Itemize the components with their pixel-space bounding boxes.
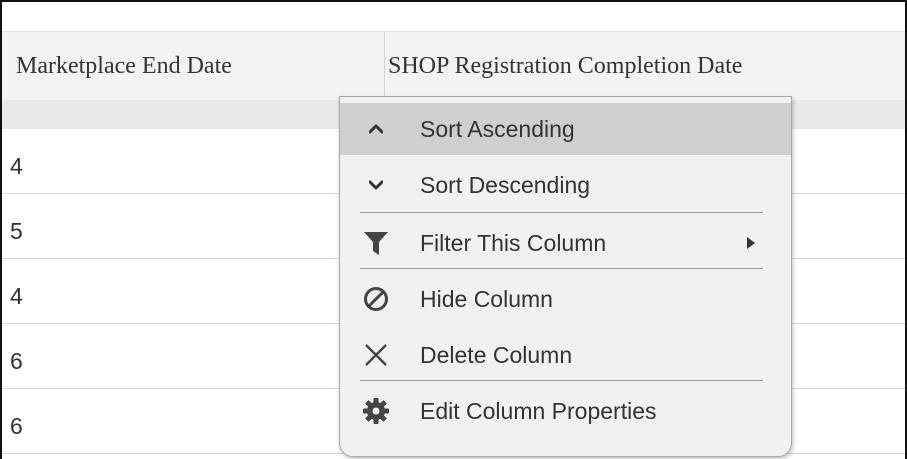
menu-item-hide-column[interactable]: Hide Column — [340, 273, 791, 325]
menu-item-label: Sort Ascending — [420, 116, 575, 142]
table-header-row: Marketplace End Date SHOP Registration C… — [2, 31, 905, 101]
table-frame: Marketplace End Date SHOP Registration C… — [0, 0, 907, 459]
menu-item-label: Sort Descending — [420, 172, 591, 198]
filter-icon — [362, 229, 390, 257]
chevron-down-icon — [362, 171, 390, 199]
chevron-up-icon — [362, 115, 390, 143]
menu-item-label: Edit Column Properties — [420, 398, 657, 424]
column-header-marketplace-end-date[interactable]: Marketplace End Date — [16, 32, 232, 100]
menu-item-edit-column-properties[interactable]: Edit Column Properties — [340, 385, 791, 437]
table-cell: 6 — [10, 413, 23, 439]
column-context-menu: Sort Ascending Sort Descending Filter Th… — [339, 96, 792, 457]
top-strip — [2, 2, 905, 31]
menu-item-label: Filter This Column — [420, 230, 607, 256]
gear-icon — [362, 397, 390, 425]
menu-item-delete-column[interactable]: Delete Column — [340, 329, 791, 381]
table-cell: 4 — [10, 283, 23, 309]
column-divider — [384, 32, 385, 100]
table-cell: 4 — [10, 153, 23, 179]
menu-item-sort-descending[interactable]: Sort Descending — [340, 159, 791, 211]
menu-item-sort-ascending[interactable]: Sort Ascending — [340, 103, 791, 155]
close-icon — [362, 341, 390, 369]
menu-separator — [360, 268, 763, 269]
menu-separator — [360, 212, 763, 213]
menu-item-label: Hide Column — [420, 286, 553, 312]
submenu-arrow-icon — [747, 237, 755, 249]
menu-item-filter-column[interactable]: Filter This Column — [340, 217, 791, 269]
menu-separator — [360, 380, 763, 381]
table-cell: 5 — [10, 218, 23, 244]
menu-item-label: Delete Column — [420, 342, 573, 368]
table-cell: 6 — [10, 348, 23, 374]
column-header-shop-registration-completion-date[interactable]: SHOP Registration Completion Date — [388, 32, 742, 100]
hide-icon — [362, 285, 390, 313]
